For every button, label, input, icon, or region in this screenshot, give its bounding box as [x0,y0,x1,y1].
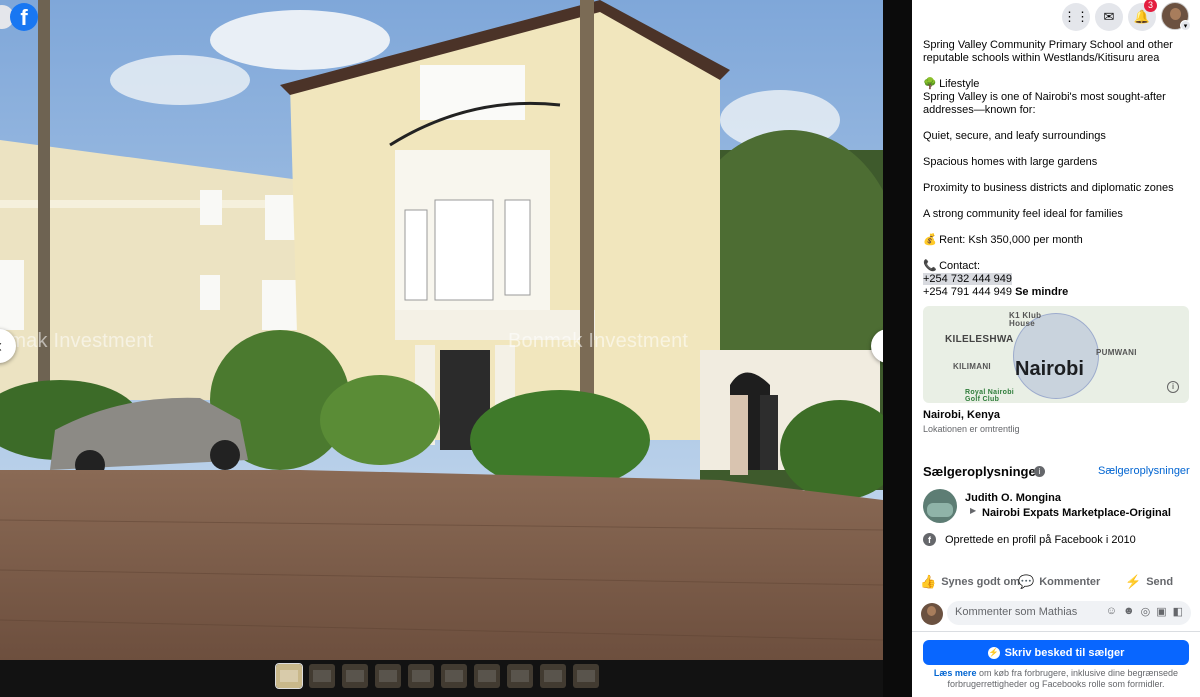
photo-thumbnail[interactable] [342,664,368,688]
chevron-left-icon: ‹ [0,336,2,357]
messenger-icon: ✉ [1103,9,1115,24]
photo-thumbnail[interactable] [540,664,566,688]
info-icon[interactable]: i [1034,466,1045,477]
emoji-icon[interactable]: ☻ [1123,605,1135,618]
comment-placeholder: Kommenter som Mathias [955,606,1078,618]
schools-text: Spring Valley Community Primary School a… [923,39,1173,64]
map-label-golf: Royal Nairobi Golf Club [965,389,1015,403]
grid-menu-icon: ⋮⋮ [1063,9,1089,24]
facebook-logo-icon[interactable]: f [10,3,38,31]
money-bag-icon: 💰 [923,234,937,246]
feature-item: A strong community feel ideal for famili… [923,208,1123,220]
comment-button[interactable]: 💬 Kommenter [1018,574,1100,590]
commenter-avatar [921,603,943,625]
photo-thumbnail[interactable] [275,663,303,689]
watermark-left: nmak Investment [0,330,154,352]
listing-details-panel: ⋮⋮ ✉ 🔔 3 ▾ Spring Valley Community Prima… [912,0,1200,697]
photo-thumbnail[interactable] [474,664,500,688]
photo-thumbnail[interactable] [408,664,434,688]
location-title: Nairobi, Kenya [923,409,1001,421]
divider [912,631,1200,632]
phone-1-text[interactable]: +254 732 444 949 [923,273,1013,285]
photo-thumbnail[interactable] [573,664,599,688]
seller-avatar[interactable] [923,489,957,523]
comment-icon: 💬 [1018,574,1035,589]
contact-line: 📞 Contact: [923,260,1191,273]
comment-tools: ☺ ☻ ◎ ▣ ◧ [1106,605,1183,618]
thumbs-up-icon: 👍 [920,574,937,589]
facebook-icon: f [923,533,936,546]
gif-icon[interactable]: ▣ [1156,605,1166,618]
phone-2-text[interactable]: +254 791 444 949 [923,286,1012,298]
sticker-icon[interactable]: ◧ [1173,605,1183,618]
lifestyle-title: Lifestyle [939,78,980,90]
seller-group[interactable]: Nairobi Expats Marketplace-Original [982,507,1171,519]
avatar-sticker-icon[interactable]: ☺ [1106,605,1117,618]
location-note: Lokationen er omtrentlig [923,424,1020,434]
seller-name[interactable]: Judith O. Mongina [965,492,1061,504]
disclaimer-body: om køb fra forbrugere, inklusive dine be… [947,668,1179,689]
send-label: Send [1146,576,1174,588]
comment-input[interactable]: Kommenter som Mathias ☺ ☻ ◎ ▣ ◧ [947,601,1191,625]
phone-number-1: +254 732 444 949 [923,273,1191,286]
message-seller-button[interactable]: ⚡ Skriv besked til sælger [923,640,1189,665]
seller-info-heading: Sælgeroplysninger [923,464,1041,479]
viewer-right-edge [883,0,912,697]
profile-created-text: Oprettede en profil på Facebook i 2010 [945,534,1136,546]
rent-line: 💰 Rent: Ksh 350,000 per month [923,234,1191,247]
comment-label: Kommenter [1039,576,1101,588]
chevron-down-icon[interactable]: ▾ [1180,20,1191,31]
photo-thumbnail[interactable] [441,664,467,688]
photo-thumbnail[interactable] [375,664,401,688]
notification-badge: 3 [1144,0,1157,12]
map-label-kilimani: KILIMANI [953,362,991,371]
map-label-k1: K1 Klub House [1009,311,1042,328]
messenger-button[interactable]: ✉ [1095,3,1123,31]
thumbnail-list [275,663,599,689]
feature-item: Spacious homes with large gardens [923,156,1098,168]
map-label-kileleshwa: KILELESHWA [945,334,1014,345]
lifestyle-text: Spring Valley is one of Nairobi's most s… [923,91,1166,116]
camera-icon[interactable]: ◎ [1141,605,1151,618]
send-button[interactable]: ⚡ Send [1125,574,1173,590]
caret-right-icon: ▶ [970,506,977,515]
listing-description: Spring Valley Community Primary School a… [923,39,1191,299]
tree-icon: 🌳 [923,78,937,90]
disclaimer-text: Læs mere om køb fra forbrugere, inklusiv… [923,668,1189,690]
watermark-center: Bonmak Investment [508,330,689,352]
photo-thumbnail[interactable] [309,664,335,688]
marketplace-listing-viewer: f nmak Investment Bonmak Investment ‹ › … [0,0,1200,697]
info-icon[interactable]: i [1167,381,1179,393]
map-city-label: Nairobi [1015,358,1084,380]
photo-thumbnail[interactable] [507,664,533,688]
phone-icon: 📞 [923,260,937,272]
phone-number-2: +254 791 444 949 Se mindre [923,286,1191,299]
message-seller-label: Skriv besked til sælger [1004,646,1125,659]
see-less-link[interactable]: Se mindre [1015,286,1068,298]
feature-item: Proximity to business districts and dipl… [923,182,1174,194]
rent-text: Rent: Ksh 350,000 per month [939,234,1083,246]
messenger-icon: ⚡ [987,646,1000,659]
feature-item: Quiet, secure, and leafy surroundings [923,130,1106,142]
lifestyle-heading: 🌳 Lifestyle [923,78,1191,91]
photo-viewer: f nmak Investment Bonmak Investment ‹ › [0,0,912,697]
like-label: Synes godt om [941,576,1021,588]
seller-info-link[interactable]: Sælgeroplysninger [1098,465,1190,477]
top-bar: ⋮⋮ ✉ 🔔 3 ▾ [912,0,1200,34]
like-button[interactable]: 👍 Synes godt om [920,574,1020,590]
contact-label: Contact: [939,260,981,272]
apps-menu-button[interactable]: ⋮⋮ [1062,3,1090,31]
messenger-icon: ⚡ [1125,574,1142,589]
location-map[interactable]: K1 Klub House KILELESHWA PUMWANI KILIMAN… [923,306,1189,403]
map-label-pumwani: PUMWANI [1096,348,1137,357]
read-more-link[interactable]: Læs mere [934,668,977,678]
